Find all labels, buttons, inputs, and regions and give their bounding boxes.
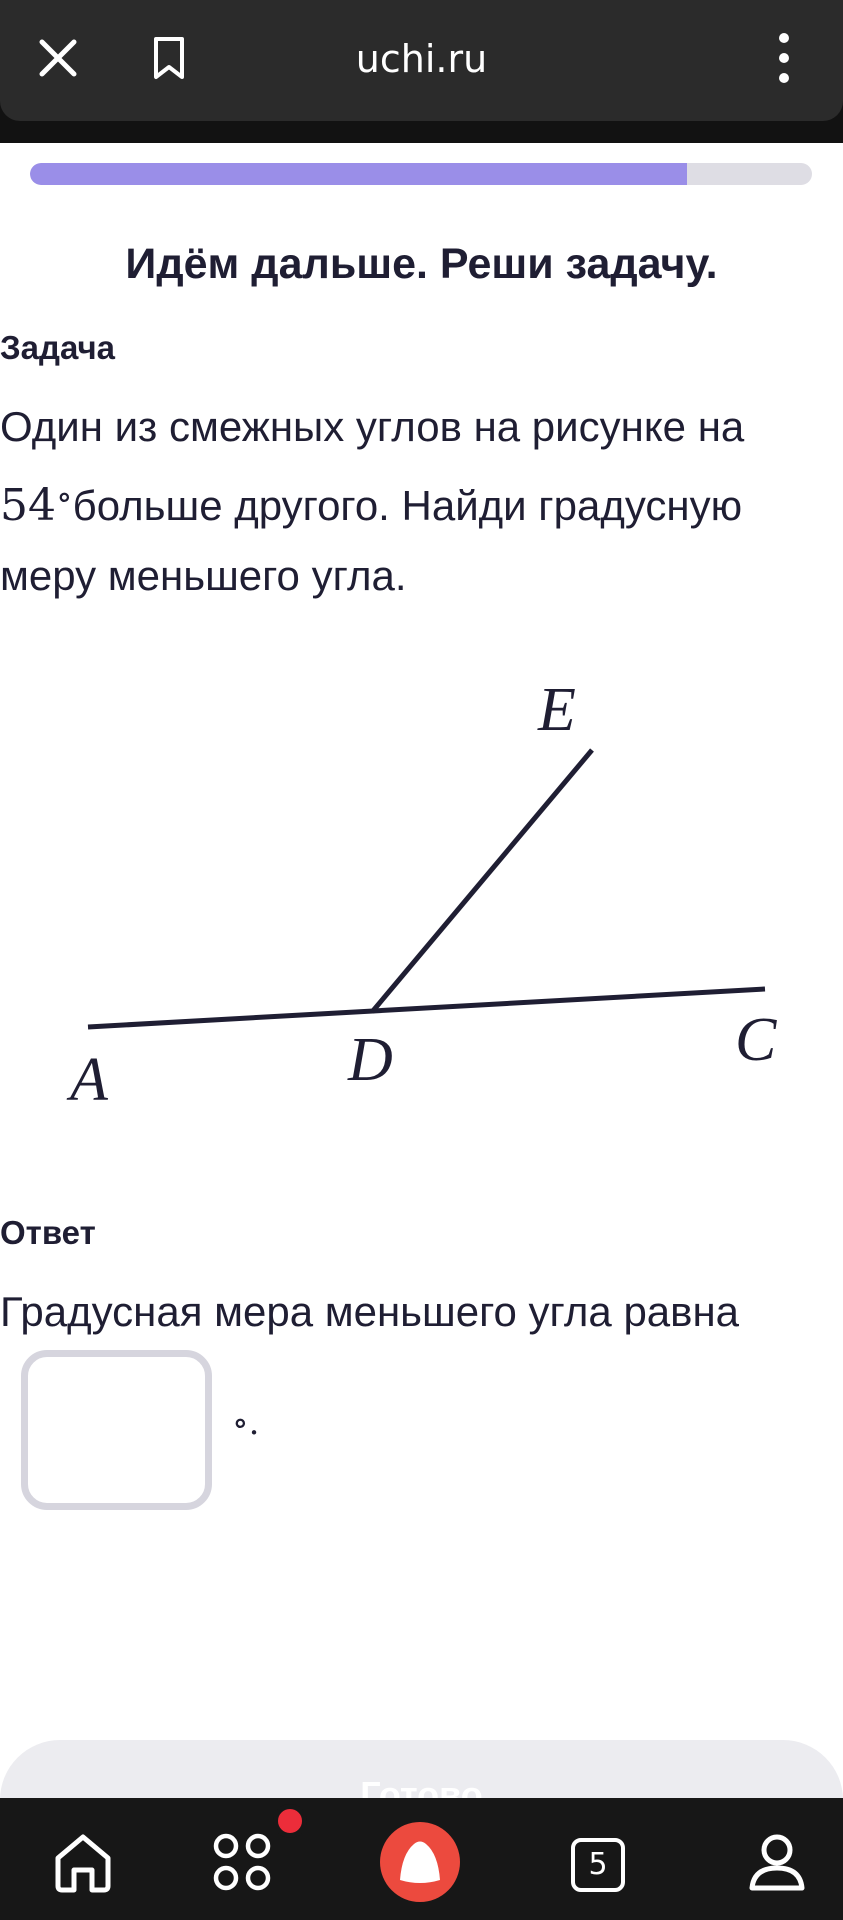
adjacent-angles-figure: E A D C: [66, 676, 777, 1114]
answer-label: Ответ: [0, 1214, 96, 1251]
progress-fill: [30, 163, 687, 185]
problem-statement: Один из смежных углов на рисунке на 54∘б…: [0, 392, 843, 611]
profile-icon: [749, 1834, 805, 1891]
notification-dot: [273, 1804, 307, 1838]
nav-home-button[interactable]: [33, 1812, 133, 1912]
answer-prompt: Градусная мера меньшего угла равна: [0, 1288, 740, 1335]
problem-angle-number: 54: [0, 480, 56, 531]
alice-assistant-icon: [380, 1822, 460, 1902]
address-bar-url[interactable]: uchi.ru: [220, 34, 623, 84]
ray-de: [370, 748, 594, 1014]
page-title: Идём дальше. Реши задачу.: [125, 240, 718, 288]
problem-text-part1: Один из смежных углов на рисунке на: [0, 403, 745, 450]
page: uchi.ru Идём дальше. Реши задачу. Задача…: [0, 0, 843, 1920]
bookmark-button[interactable]: [137, 26, 201, 90]
lesson-progress-bar: [30, 163, 812, 185]
task-label: Задача: [0, 329, 116, 366]
close-button[interactable]: [26, 26, 90, 90]
nav-profile-button[interactable]: [727, 1812, 827, 1912]
more-vertical-icon: [779, 33, 789, 83]
line-ac: [87, 986, 766, 1030]
point-label-a: A: [66, 1046, 109, 1114]
problem-text-part2: больше другого. Найди градусную меру мен…: [0, 482, 743, 599]
more-menu-button[interactable]: [752, 26, 816, 90]
home-icon: [55, 1834, 111, 1893]
point-label-c: C: [735, 1006, 777, 1074]
point-label-d: D: [347, 1026, 393, 1094]
bottom-navigation: [0, 1798, 843, 1920]
point-label-e: E: [537, 676, 576, 744]
nav-alice-button[interactable]: [370, 1812, 470, 1912]
tabs-count-badge[interactable]: 5: [571, 1838, 625, 1892]
answer-unit: ∘.: [232, 1403, 260, 1443]
close-icon: [39, 39, 77, 77]
answer-input[interactable]: [21, 1350, 212, 1510]
browser-toolbar: uchi.ru: [0, 0, 843, 121]
browser-top-bar: uchi.ru: [0, 0, 843, 143]
apps-grid-icon: [213, 1833, 271, 1891]
bookmark-icon: [154, 37, 184, 79]
degree-symbol: ∘: [56, 477, 73, 517]
